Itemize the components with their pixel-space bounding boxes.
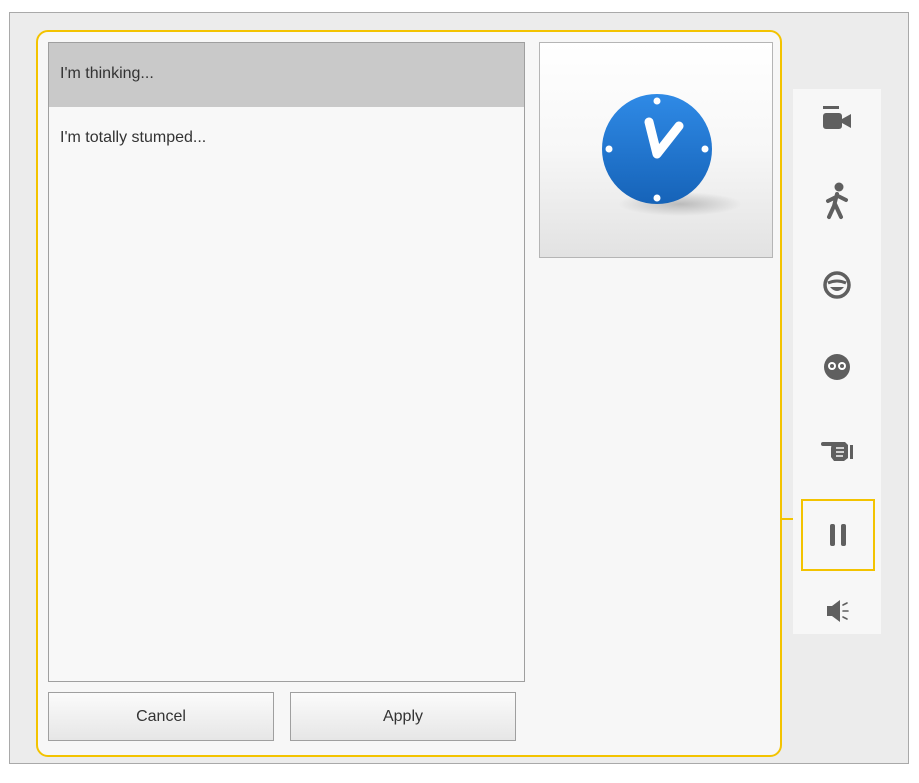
preview-pane	[539, 42, 773, 258]
tool-smile[interactable]	[815, 263, 859, 307]
tool-pause[interactable]	[801, 499, 875, 571]
clock-icon	[540, 43, 772, 257]
tool-speaker[interactable]	[815, 589, 859, 633]
thought-list[interactable]: I'm thinking... I'm totally stumped...	[48, 42, 525, 682]
pointing-hand-icon	[821, 442, 853, 461]
list-item[interactable]: I'm thinking...	[49, 43, 524, 107]
list-item[interactable]: I'm totally stumped...	[49, 107, 524, 171]
tool-walk[interactable]	[815, 179, 859, 223]
tool-surprised[interactable]	[815, 345, 859, 389]
action-toolbar	[793, 89, 881, 634]
apply-button[interactable]: Apply	[290, 692, 516, 741]
speaker-icon	[827, 600, 849, 622]
action-panel: I'm thinking... I'm totally stumped... C…	[36, 30, 782, 757]
cancel-button[interactable]: Cancel	[48, 692, 274, 741]
smiley-face-icon	[823, 271, 851, 299]
walking-figure-icon	[826, 182, 848, 219]
pause-icon	[830, 524, 846, 546]
surprised-face-icon	[824, 354, 850, 380]
camera-icon	[823, 106, 851, 129]
tool-point[interactable]	[815, 428, 859, 472]
dialog-window: I'm thinking... I'm totally stumped... C…	[9, 12, 909, 764]
tool-camera[interactable]	[815, 97, 859, 141]
